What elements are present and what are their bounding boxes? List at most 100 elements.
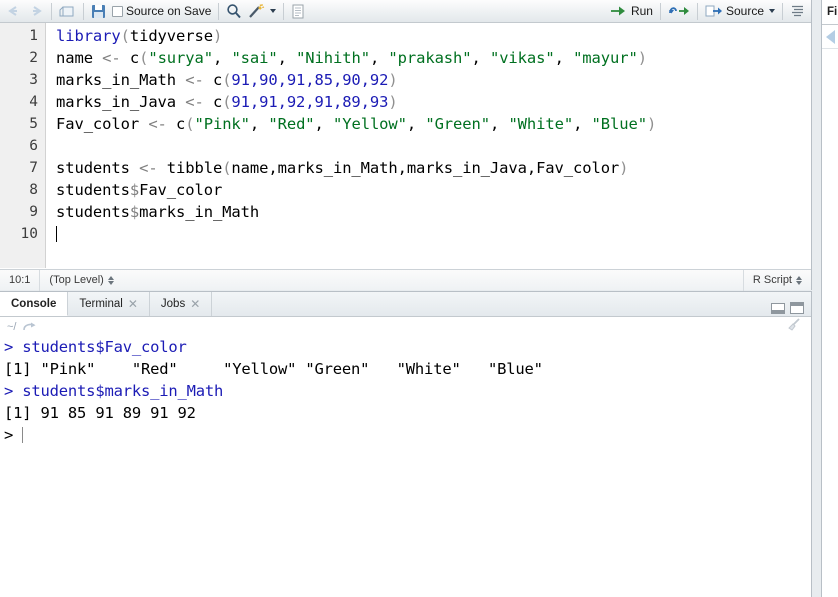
toolbar-divider	[283, 2, 285, 20]
back-navigation-icon[interactable]	[826, 29, 835, 44]
maximize-pane-icon[interactable]	[790, 302, 804, 314]
code-token: "surya"	[148, 49, 213, 67]
code-token: marks_in_Java	[56, 93, 186, 111]
console-command-line: > students$Fav_color	[4, 336, 811, 358]
pane-controls	[771, 302, 811, 316]
close-icon[interactable]: ✕	[128, 298, 138, 310]
code-line[interactable]: students$marks_in_Math	[47, 201, 809, 223]
code-token: "Green"	[425, 115, 490, 133]
editor-status-bar: 10:1 (Top Level) R Script	[0, 269, 811, 291]
console-command-line: > students$marks_in_Math	[4, 380, 811, 402]
code-token: students	[56, 159, 140, 177]
code-token: (	[120, 27, 130, 45]
run-arrow-icon	[610, 4, 628, 18]
source-button[interactable]: Source	[702, 2, 778, 21]
code-token: c	[203, 93, 223, 111]
code-line[interactable]: students <- tibble(name,marks_in_Math,ma…	[47, 157, 809, 179]
document-outline-icon	[790, 4, 805, 18]
toolbar-divider	[218, 2, 220, 20]
code-token: marks_in_Math	[139, 203, 260, 221]
code-token: <-	[185, 71, 204, 89]
run-button[interactable]: Run	[607, 2, 656, 21]
tab-terminal[interactable]: Terminal ✕	[68, 292, 150, 316]
minimize-pane-icon[interactable]	[771, 302, 785, 314]
find-replace-button[interactable]	[223, 2, 245, 21]
source-on-save-label: Source on Save	[126, 4, 212, 18]
file-type-selector[interactable]: R Script	[744, 270, 811, 291]
chevron-down-icon	[769, 9, 775, 13]
code-token: tibble	[157, 159, 223, 177]
code-line[interactable]: marks_in_Math <- c(91,90,91,85,90,92)	[47, 69, 809, 91]
console-text: > students$Fav_color	[4, 338, 187, 356]
forward-button[interactable]	[25, 2, 47, 21]
document-outline-button[interactable]	[787, 2, 808, 21]
code-token: "prakash"	[388, 49, 472, 67]
save-button[interactable]	[88, 2, 109, 21]
pane-gap	[813, 0, 821, 597]
line-number-gutter: 1 2 3 4 5 6 7 8 9 10	[0, 23, 46, 268]
run-label: Run	[630, 4, 653, 18]
back-button[interactable]	[3, 2, 25, 21]
chevron-down-icon	[270, 9, 277, 13]
code-token: students	[56, 203, 130, 221]
line-number: 6	[29, 138, 38, 154]
open-in-window-icon[interactable]	[22, 321, 37, 333]
code-line[interactable]	[47, 135, 809, 157]
working-directory-label[interactable]: ~/	[7, 321, 16, 333]
console-pane: Console Terminal ✕ Jobs ✕ ~/ > students$Fav_…	[0, 291, 812, 597]
console-text: >	[4, 426, 23, 444]
console-output[interactable]: > students$Fav_color [1] "Pink" "Red" "Ye…	[0, 336, 811, 597]
code-editor[interactable]: library(tidyverse) name <- c("surya", "sa…	[47, 23, 809, 268]
compile-report-button[interactable]	[288, 2, 308, 21]
code-line[interactable]	[47, 223, 809, 245]
line-number: 1	[29, 28, 38, 44]
code-token: "Blue"	[591, 115, 648, 133]
code-token: Fav_color	[139, 181, 223, 199]
code-token: c	[120, 49, 140, 67]
compile-report-icon	[291, 4, 305, 19]
source-on-save-checkbox[interactable]: Source on Save	[109, 2, 214, 21]
code-token: Fav_color	[56, 115, 149, 133]
show-in-new-window-button[interactable]	[56, 2, 79, 21]
code-line[interactable]: students$Fav_color	[47, 179, 809, 201]
code-token: <-	[102, 49, 121, 67]
tab-files[interactable]: Fi	[822, 0, 838, 24]
source-editor-pane: Source on Save Run Source 1 2 3 4 5 6 7 …	[0, 0, 812, 291]
code-token: "mayur"	[573, 49, 638, 67]
code-token: "Red"	[268, 115, 315, 133]
close-icon[interactable]: ✕	[190, 298, 200, 310]
scope-selector[interactable]: (Top Level)	[40, 270, 122, 291]
code-token: )	[646, 115, 657, 133]
code-token: marks_in_Math	[56, 71, 186, 89]
rerun-button[interactable]	[665, 2, 693, 21]
code-line[interactable]: name <- c("surya", "sai", "Nihith", "pra…	[47, 47, 809, 69]
code-line[interactable]: library(tidyverse)	[47, 25, 809, 47]
tab-console[interactable]: Console	[0, 292, 69, 316]
code-token: ,	[212, 49, 232, 67]
broom-clear-icon[interactable]	[786, 318, 804, 335]
show-in-new-window-icon	[59, 4, 76, 19]
code-tools-button[interactable]	[245, 2, 279, 21]
console-command-line: >	[4, 424, 811, 446]
code-token: "White"	[508, 115, 574, 133]
code-token: )	[637, 49, 647, 67]
line-number: 10	[20, 226, 38, 242]
line-number: 8	[29, 182, 38, 198]
code-token: ,	[314, 115, 334, 133]
console-result-line: [1] 91 85 91 89 91 92	[4, 402, 811, 424]
code-token: tidyverse	[129, 27, 213, 45]
code-token: <-	[139, 159, 158, 177]
code-token: "vikas"	[489, 49, 555, 67]
forward-arrow-icon	[28, 4, 44, 18]
code-token: "sai"	[231, 49, 278, 67]
tab-jobs[interactable]: Jobs ✕	[150, 292, 213, 316]
rstudio-window: Source on Save Run Source 1 2 3 4 5 6 7 …	[0, 0, 838, 597]
console-text: [1] "Pink" "Red" "Yellow" "Green" "White…	[4, 360, 543, 378]
code-token: "Nihith"	[296, 49, 370, 67]
right-pane-region: Fi	[813, 0, 838, 597]
code-line[interactable]: Fav_color <- c("Pink", "Red", "Yellow", …	[47, 113, 809, 135]
code-token: ,	[471, 49, 490, 67]
code-line[interactable]: marks_in_Java <- c(91,91,92,91,89,93)	[47, 91, 809, 113]
stepper-icon	[796, 275, 802, 285]
code-token: )	[619, 159, 629, 177]
